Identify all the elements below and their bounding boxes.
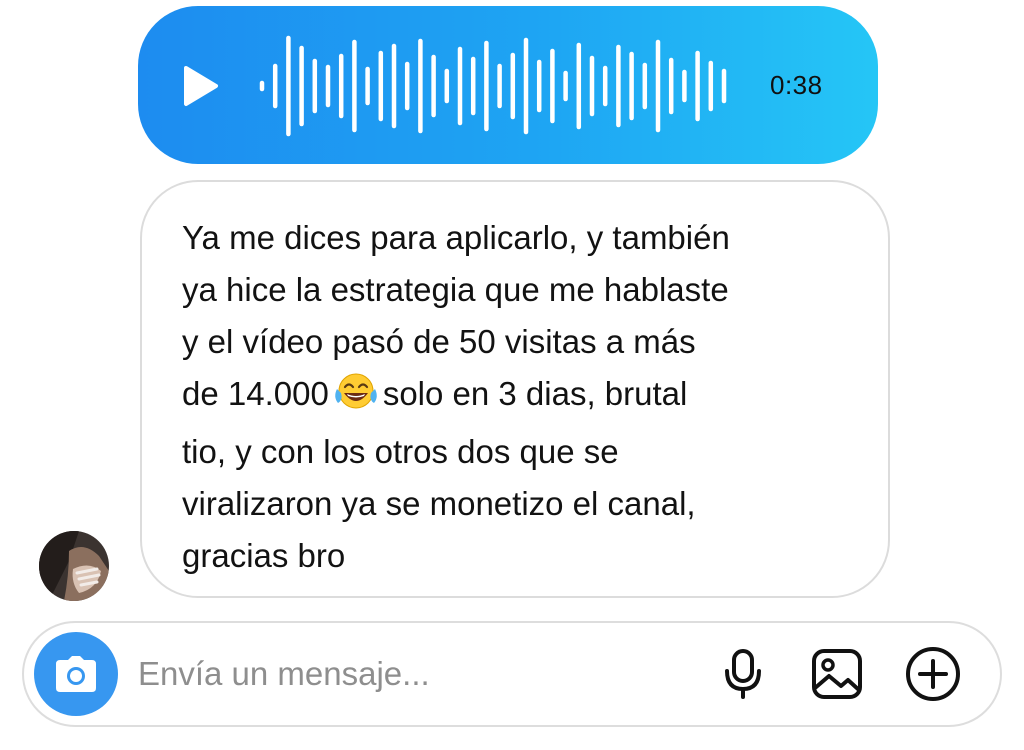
- voice-play-button[interactable]: [170, 56, 230, 116]
- camera-icon: [56, 656, 96, 692]
- message-text: Ya me dices para aplicarlo, y también ya …: [182, 212, 730, 582]
- message-input[interactable]: [138, 643, 698, 705]
- received-message-bubble[interactable]: Ya me dices para aplicarlo, y también ya …: [140, 180, 890, 598]
- message-line: viralizaron ya se monetizo el canal,: [182, 485, 696, 522]
- voice-waveform[interactable]: [250, 28, 750, 144]
- plus-circle-icon: [906, 647, 960, 701]
- gallery-button[interactable]: [808, 645, 866, 703]
- message-line: ya hice la estrategia que me hablaste: [182, 271, 729, 308]
- message-composer: [22, 621, 1002, 727]
- message-line: Ya me dices para aplicarlo, y también: [182, 219, 730, 256]
- voice-duration: 0:38: [770, 70, 823, 100]
- message-line: de 14.000: [182, 375, 329, 412]
- message-line: gracias bro: [182, 537, 346, 574]
- microphone-icon: [725, 649, 761, 699]
- chat-screen: 0:38 Ya me dices para aplicarlo, y tambi…: [0, 0, 1024, 750]
- sender-avatar[interactable]: [39, 531, 109, 601]
- more-options-button[interactable]: [904, 645, 962, 703]
- tears-of-joy-emoji-icon: [333, 371, 379, 426]
- message-line: y el vídeo pasó de 50 visitas a más: [182, 323, 696, 360]
- camera-button[interactable]: [34, 632, 118, 716]
- message-line: solo en 3 dias, brutal: [382, 375, 688, 412]
- image-icon: [812, 649, 862, 699]
- voice-record-button[interactable]: [714, 645, 772, 703]
- message-line: tio, y con los otros dos que se: [182, 433, 619, 470]
- play-icon: [184, 66, 218, 106]
